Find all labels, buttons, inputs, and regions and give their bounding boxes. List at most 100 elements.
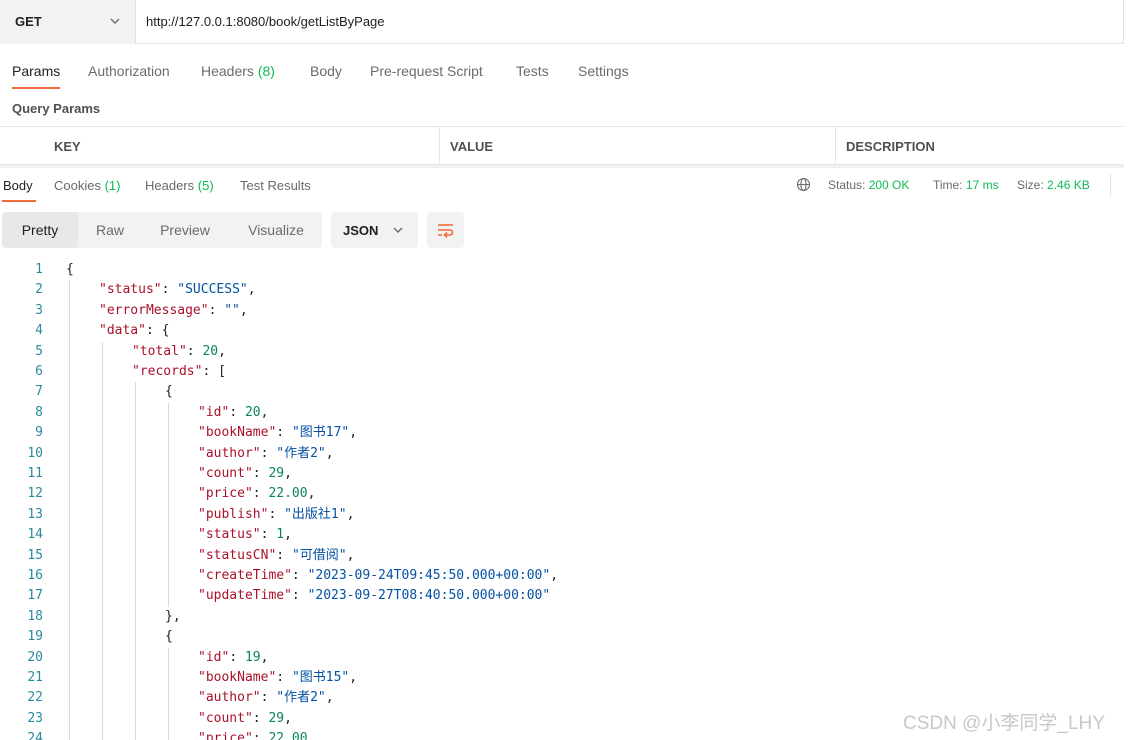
tab-label: Pre-request Script	[370, 63, 483, 79]
tab-label: Authorization	[88, 63, 170, 79]
code-token: :	[276, 425, 292, 441]
response-tab-cookies[interactable]: Cookies (1)	[54, 178, 120, 193]
line-number: 21	[27, 670, 43, 685]
code-token: :	[268, 506, 285, 522]
response-tab-headers[interactable]: Headers (5)	[145, 178, 214, 193]
line-number: 14	[27, 527, 43, 543]
format-label: JSON	[343, 223, 379, 238]
tab-label: Params	[12, 63, 61, 79]
code-text: "total": 20,	[132, 342, 226, 362]
column-key: KEY	[54, 139, 81, 154]
line-number: 15	[27, 547, 43, 563]
code-token: "price"	[198, 486, 253, 502]
code-token: "id"	[198, 649, 230, 665]
tab-tests[interactable]: Tests	[516, 63, 549, 79]
code-token: ,	[260, 649, 269, 665]
wrap-lines-icon	[438, 224, 454, 238]
method-select[interactable]: GET	[0, 0, 136, 44]
code-token: {	[66, 262, 74, 277]
code-token: ,	[307, 486, 316, 502]
code-token: "status"	[99, 282, 162, 298]
line-number: 19	[27, 629, 43, 645]
wrap-lines-button[interactable]	[427, 212, 464, 248]
code-token: "price"	[198, 731, 253, 740]
code-line: 4 "data": {	[0, 321, 1124, 341]
code-text: "id": 19,	[198, 648, 268, 668]
tab-settings[interactable]: Settings	[578, 63, 629, 79]
code-token: :	[291, 588, 308, 604]
time-value: 17 ms	[965, 178, 999, 192]
code-token: "count"	[198, 466, 253, 481]
tab-pre-request-script[interactable]: Pre-request Script	[370, 63, 483, 79]
code-token: :	[260, 527, 277, 543]
code-text: },	[165, 607, 181, 627]
response-body-editor[interactable]: 1 {2 "status": "SUCCESS", 3 "errorMessage": …	[0, 260, 1124, 740]
line-number: 1	[35, 262, 43, 277]
response-tab-body[interactable]: Body	[3, 178, 33, 193]
line-number: 23	[27, 710, 43, 726]
url-input[interactable]: http://127.0.0.1:8080/book/getListByPage	[146, 14, 385, 29]
line-number: 18	[27, 608, 43, 624]
tab-count: (1)	[104, 178, 121, 193]
line-number: 9	[35, 425, 43, 441]
code-token: ""	[224, 302, 240, 318]
view-raw-button[interactable]: Raw	[82, 212, 138, 248]
code-line: 2 "status": "SUCCESS",	[0, 280, 1124, 300]
format-select[interactable]: JSON	[331, 212, 418, 248]
tab-authorization[interactable]: Authorization	[88, 63, 170, 79]
code-token: "id"	[198, 404, 230, 420]
code-token: 22.00	[268, 731, 308, 740]
code-token: ,	[247, 282, 256, 298]
column-divider[interactable]	[835, 127, 836, 165]
tab-label: Tests	[516, 63, 549, 79]
line-number: 22	[27, 690, 43, 706]
view-mode-group: Pretty Raw Preview Visualize	[2, 212, 322, 248]
code-token: "2023-09-27T08:40:50.000+00:00"	[307, 588, 551, 604]
line-number: 13	[27, 506, 43, 522]
code-token: : [	[202, 364, 226, 379]
code-text: "data": {	[99, 321, 169, 341]
code-token: : {	[145, 323, 170, 339]
code-line: 6 "records": [	[0, 362, 1124, 382]
active-response-tab-indicator	[2, 200, 36, 202]
response-tab-test-results[interactable]: Test Results	[240, 178, 311, 193]
response-time[interactable]: Time: 17 ms	[933, 178, 999, 192]
watermark: CSDN @小李同学_LHY	[903, 713, 1105, 734]
tab-headers[interactable]: Headers (8)	[201, 63, 275, 79]
view-visualize-button[interactable]: Visualize	[236, 212, 316, 248]
code-text: "count": 29,	[198, 709, 292, 729]
code-text: "author": "作者2",	[198, 688, 334, 708]
view-pretty-button[interactable]: Pretty	[2, 212, 78, 248]
code-token: :	[252, 710, 269, 726]
response-size[interactable]: Size: 2.46 KB	[1017, 178, 1090, 192]
code-token: :	[260, 690, 277, 706]
code-text: "count": 29,	[198, 464, 292, 484]
code-token: "作者2"	[276, 445, 326, 461]
code-token: ,	[260, 404, 269, 420]
code-token: "count"	[198, 710, 253, 726]
tab-label: Settings	[578, 63, 629, 79]
code-line: 3 "errorMessage": "",	[0, 301, 1124, 321]
tab-body[interactable]: Body	[310, 63, 342, 79]
response-status[interactable]: Status: 200 OK	[828, 178, 909, 192]
tab-params[interactable]: Params	[12, 63, 60, 79]
line-number: 17	[27, 588, 43, 604]
code-token: 20	[244, 404, 261, 420]
code-token: ,	[349, 425, 358, 441]
code-line: 19 {	[0, 627, 1124, 647]
status-label: Status:	[828, 178, 866, 192]
request-tabs: Params Authorization Headers (8) Body Pr…	[0, 44, 1124, 92]
code-text: "bookName": "图书15",	[198, 668, 357, 688]
code-token: {	[165, 384, 173, 400]
view-preview-button[interactable]: Preview	[148, 212, 222, 248]
code-token: :	[161, 282, 178, 298]
status-value: 200 OK	[868, 178, 910, 192]
code-token: "author"	[198, 690, 261, 706]
code-text: {	[165, 382, 173, 402]
code-text: "id": 20,	[198, 403, 268, 423]
code-token: ,	[218, 343, 226, 359]
code-token: :	[252, 466, 269, 481]
globe-icon[interactable]	[796, 177, 811, 192]
line-number: 24	[27, 731, 43, 740]
column-divider[interactable]	[439, 127, 440, 165]
